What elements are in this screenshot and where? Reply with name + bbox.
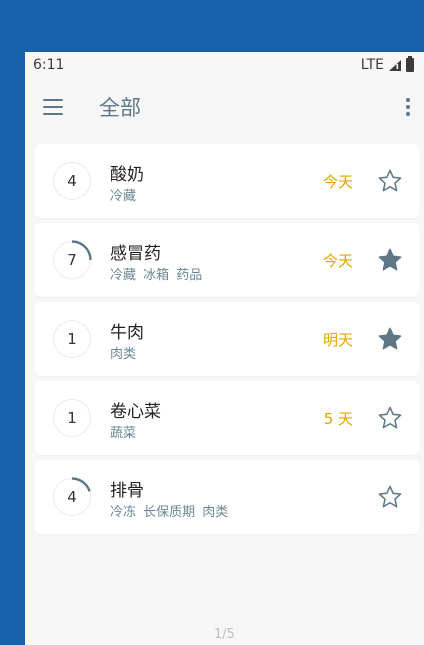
app-bar: 全部: [25, 78, 424, 136]
item-count: 7: [67, 251, 77, 269]
item-name: 卷心菜: [110, 402, 161, 422]
list-item[interactable]: 1 卷心菜蔬菜 5 天: [35, 381, 419, 455]
list-item[interactable]: 4 排骨冷冻 长保质期 肉类: [35, 460, 419, 534]
star-outline-icon[interactable]: [377, 484, 403, 510]
phone-screen: 6:11 LTE 全部 4 酸奶 冷藏 今天 7 感冒药 冷藏 冰箱 药品 今天 1 牛肉 肉类 明天…: [25, 52, 424, 645]
star-filled-icon[interactable]: [377, 247, 403, 273]
page-indicator: 1/5: [214, 627, 235, 642]
star-outline-icon[interactable]: [377, 168, 403, 194]
item-tags: 肉类: [110, 347, 137, 362]
item-list: 4 酸奶 冷藏 今天 7 感冒药 冷藏 冰箱 药品 今天 1 牛肉 肉类 明天 1 卷心菜 蔬菜 5 天 4 排骨…: [35, 144, 419, 539]
more-vertical-icon[interactable]: [406, 98, 410, 116]
item-count: 4: [67, 488, 77, 506]
item-count: 4: [67, 172, 77, 190]
star-filled-icon[interactable]: [377, 326, 403, 352]
item-name: 感冒药: [110, 244, 161, 264]
item-tags: 冷藏: [110, 189, 137, 204]
item-name: 排骨: [110, 481, 144, 501]
item-tags: 冷藏 冰箱 药品: [110, 268, 203, 283]
list-item[interactable]: 1 牛肉肉类 明天: [35, 302, 419, 376]
item-count: 1: [67, 409, 77, 427]
status-time: 6:11: [33, 57, 65, 73]
status-bar: 6:11 LTE: [25, 52, 424, 78]
item-expiry: 5 天: [323, 410, 353, 428]
status-indicators: LTE: [360, 56, 414, 73]
network-type: LTE: [360, 57, 384, 73]
item-count: 1: [67, 330, 77, 348]
battery-icon: [406, 56, 414, 72]
item-tags: 冷冻 长保质期 肉类: [110, 505, 229, 520]
item-expiry: 明天: [322, 331, 353, 349]
hamburger-menu-icon[interactable]: [43, 99, 63, 115]
page-title: 全部: [99, 96, 141, 120]
item-expiry: 今天: [322, 173, 353, 191]
list-item[interactable]: 4 酸奶冷藏 今天: [35, 144, 419, 218]
signal-icon: [389, 59, 401, 71]
item-expiry: 今天: [322, 252, 353, 270]
list-item[interactable]: 7 感冒药冷藏 冰箱 药品 今天: [35, 223, 419, 297]
item-name: 酸奶: [110, 165, 144, 185]
item-name: 牛肉: [110, 323, 144, 343]
item-tags: 蔬菜: [110, 426, 137, 441]
star-outline-icon[interactable]: [377, 405, 403, 431]
